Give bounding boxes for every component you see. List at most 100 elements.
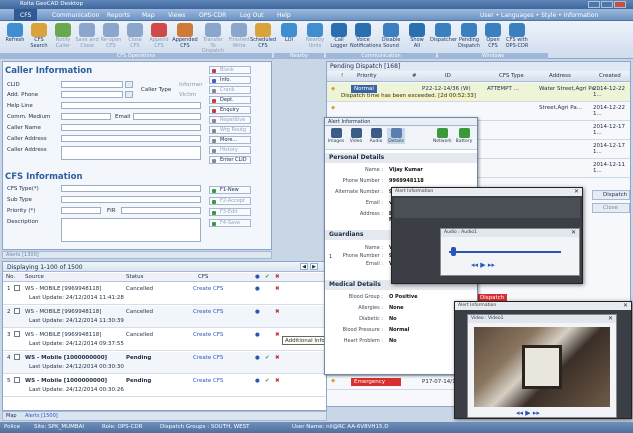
clid-input[interactable]	[61, 81, 123, 88]
ribbon-button-10[interactable]: Scheduled CFS	[250, 23, 276, 53]
create-cfs-link[interactable]: Create CFS	[193, 355, 223, 361]
ribbon-button-7[interactable]: Appended CFS	[172, 23, 198, 53]
info-icon[interactable]: ●	[255, 332, 260, 338]
priority-select[interactable]	[61, 207, 101, 214]
col-address[interactable]: Address	[549, 73, 571, 79]
side-button-9[interactable]: Enter CLID	[209, 156, 251, 164]
side-button-1[interactable]: Info.	[209, 76, 251, 84]
ribbon-button-20[interactable]: CFS with OPS-CDR	[504, 23, 530, 53]
cfs-action-button-2[interactable]: F3-Edit	[209, 208, 251, 216]
row-checkbox[interactable]	[14, 285, 20, 291]
ribbon-button-16[interactable]: Show All	[404, 23, 430, 53]
ribbon-button-1[interactable]: CFS Search	[26, 23, 52, 53]
ribbon-button-2[interactable]: Notify Caller	[50, 23, 76, 53]
sub-type-select[interactable]	[61, 196, 201, 203]
description-input[interactable]	[61, 218, 201, 242]
col-id[interactable]: ID	[445, 73, 451, 79]
menu-map[interactable]: Map	[142, 12, 155, 19]
side-button-6[interactable]: Wrg Routg	[209, 126, 251, 134]
menu-help[interactable]: Help	[277, 12, 291, 19]
close-button[interactable]	[614, 1, 626, 8]
audio-seek-handle[interactable]	[451, 247, 456, 256]
ribbon-button-9[interactable]: Finished Write	[226, 23, 252, 53]
menu-ops-cdr[interactable]: OPS-CDR	[199, 12, 226, 19]
info-icon[interactable]: ●	[255, 378, 260, 384]
create-cfs-link[interactable]: Create CFS	[193, 378, 223, 384]
add-phone-input[interactable]	[61, 91, 123, 98]
menu-views[interactable]: Views	[168, 12, 185, 19]
table-row[interactable]: 2 WS - MOBILE [9969948118] Last Update: 24…	[3, 306, 326, 328]
next-page-button[interactable]: ▶	[310, 263, 318, 270]
tab-battery[interactable]: Battery	[455, 128, 473, 144]
ribbon-button-12[interactable]: Nearby Units	[302, 23, 328, 53]
comm-medium-select[interactable]	[61, 113, 111, 120]
add-phone-search-icon[interactable]	[125, 91, 133, 98]
email-input[interactable]	[133, 113, 201, 120]
info-icon[interactable]: ●	[255, 309, 260, 315]
cfs-action-button-1[interactable]: F2-Accept	[209, 197, 251, 205]
tab-audio[interactable]: Audio	[367, 128, 385, 144]
create-cfs-link[interactable]: Create CFS	[193, 332, 223, 338]
audio-progress-bar[interactable]	[449, 251, 561, 253]
create-cfs-link[interactable]: Create CFS	[193, 309, 223, 315]
col-no[interactable]: No.	[6, 274, 15, 280]
help-line-input[interactable]	[61, 102, 201, 109]
reject-icon[interactable]: ✖	[275, 286, 280, 292]
accept-icon[interactable]: ✔	[265, 378, 270, 384]
side-button-4[interactable]: Enquiry	[209, 106, 251, 114]
video-controls-icon[interactable]: ◂◂ ▶ ▸▸	[516, 409, 540, 417]
reject-icon[interactable]: ✖	[275, 332, 280, 338]
tab-network[interactable]: Network	[433, 128, 452, 144]
tab-video[interactable]: Video	[347, 128, 365, 144]
maximize-button[interactable]	[601, 1, 613, 8]
caller-type-informer[interactable]: Informer	[179, 82, 203, 88]
table-row[interactable]: 3 WS - MOBILE [9969948118] Last Update: 24…	[3, 329, 326, 351]
col-created[interactable]: Created	[599, 73, 621, 79]
reject-icon[interactable]: ✖	[275, 309, 280, 315]
col-cfs[interactable]: CFS	[198, 274, 208, 280]
ribbon-button-18[interactable]: Pending Dispatch	[456, 23, 482, 53]
video-close-icon[interactable]: ✕	[608, 315, 613, 322]
ribbon-button-6[interactable]: Append CFS	[146, 23, 172, 53]
video-outer-close-icon[interactable]: ✕	[623, 302, 628, 309]
cfs-type-select[interactable]	[61, 185, 201, 192]
row-checkbox[interactable]	[14, 308, 20, 314]
minimize-button[interactable]	[588, 1, 600, 8]
col-alert[interactable]: !	[341, 73, 343, 79]
caller-name-input[interactable]	[61, 124, 201, 131]
audio-close-icon[interactable]: ✕	[571, 229, 576, 236]
caller-type-victim[interactable]: Victim	[179, 92, 196, 98]
ribbon-button-0[interactable]: Refresh	[2, 23, 28, 53]
ribbon-button-11[interactable]: LOI	[276, 23, 302, 53]
tab-details[interactable]: Details	[387, 128, 405, 144]
caller-address-input[interactable]	[61, 135, 201, 142]
tab-images[interactable]: Images	[327, 128, 345, 144]
side-button-3[interactable]: Dept.	[209, 96, 251, 104]
create-cfs-link[interactable]: Create CFS	[193, 286, 223, 292]
tab-alerts[interactable]: Alerts [1500]	[25, 413, 58, 419]
ribbon-button-5[interactable]: Close CFS	[122, 23, 148, 53]
cfs-action-button-0[interactable]: F1-New	[209, 186, 251, 194]
row-checkbox[interactable]	[14, 354, 20, 360]
row-checkbox[interactable]	[14, 331, 20, 337]
prev-page-button[interactable]: ◀	[300, 263, 308, 270]
row-checkbox[interactable]	[14, 377, 20, 383]
side-button-5[interactable]: Repetitive	[209, 116, 251, 124]
table-row[interactable]: 4 WS - Mobile [1000000000] Last Update: 24…	[3, 352, 326, 374]
side-button-0[interactable]: Blank	[209, 66, 251, 74]
audio-outer-close-icon[interactable]: ✕	[574, 188, 579, 195]
menu-logout[interactable]: Log Out	[240, 12, 264, 19]
ribbon-button-8[interactable]: Transfer ToDispatch Group	[200, 23, 226, 59]
table-row[interactable]: 5 WS - Mobile [1000000000] Last Update: 24…	[3, 375, 326, 397]
ribbon-button-15[interactable]: Disable Sound	[378, 23, 404, 53]
col-priority[interactable]: Priority	[357, 73, 377, 79]
info-icon[interactable]: ●	[255, 355, 260, 361]
audio-controls-icon[interactable]: ◂◂ ▶ ▸▸	[471, 261, 495, 269]
accept-icon[interactable]: ✔	[265, 355, 270, 361]
side-button-2[interactable]: Crank	[209, 86, 251, 94]
caller-address2-input[interactable]	[61, 146, 201, 160]
alerts-bar[interactable]: Alerts [1300]	[2, 251, 272, 259]
side-button-8[interactable]: History	[209, 146, 251, 154]
reject-icon[interactable]: ✖	[275, 378, 280, 384]
cfs-action-button-3[interactable]: F4-Save	[209, 219, 251, 227]
